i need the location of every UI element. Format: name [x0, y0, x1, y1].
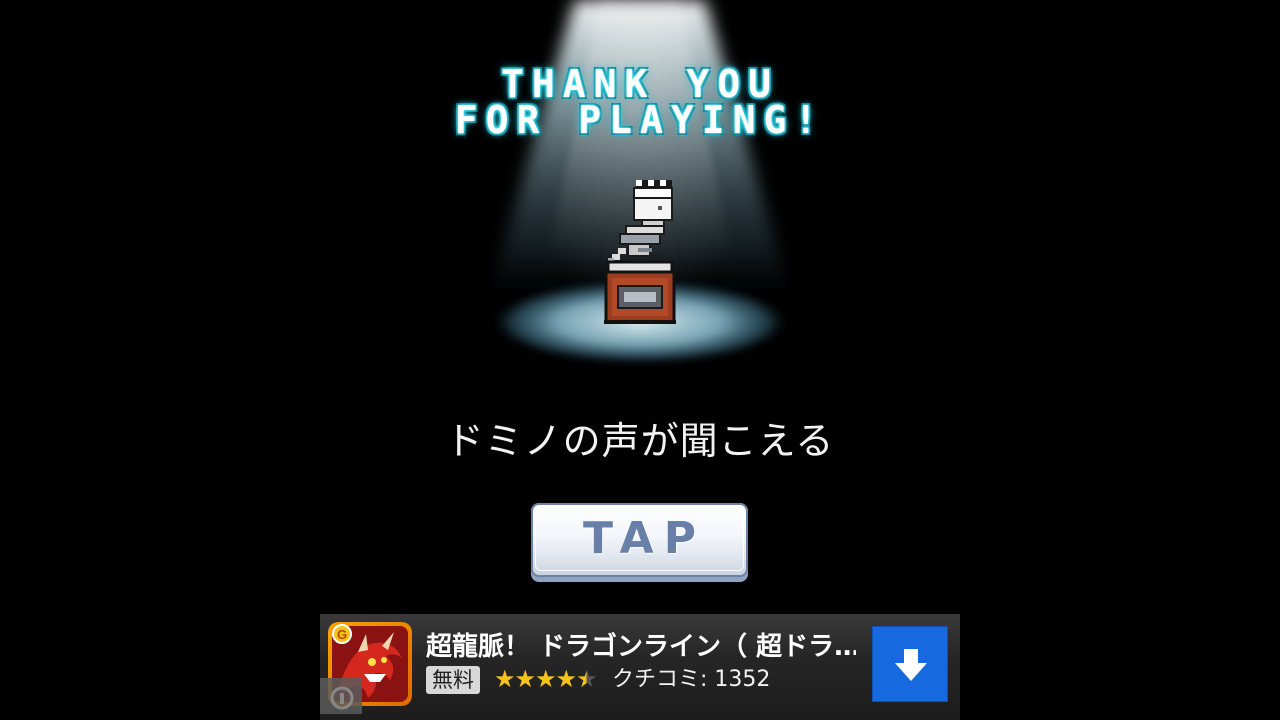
- review-count: クチコミ: 1352: [612, 667, 771, 692]
- star-icon: ★: [494, 665, 515, 693]
- ad-title: 超龍脈！ ドラゴンライン（ 超ドラ…: [426, 632, 856, 662]
- title-for-playing: FOR PLAYING!: [454, 98, 826, 142]
- ad-info-icon[interactable]: [320, 678, 362, 714]
- tap-button[interactable]: TAP: [531, 503, 748, 577]
- star-icon: ★: [535, 665, 556, 693]
- ad-banner[interactable]: G 超龍脈！ ドラゴンライン（ 超ドラ… 無料 ★★★★★ クチコミ: 1352: [320, 614, 960, 720]
- download-button[interactable]: [872, 626, 948, 702]
- half-star-icon: ★: [576, 665, 597, 693]
- download-arrow-icon: [895, 649, 927, 681]
- game-screen[interactable]: THANK YOU FOR PLAYING! ドミノの声が聞こえる TAP G …: [0, 0, 1280, 720]
- pixel-trophy-icon: [604, 180, 676, 324]
- star-icon: ★: [514, 665, 536, 693]
- star-icon: ★: [555, 665, 577, 693]
- price-badge: 無料: [426, 666, 480, 694]
- svg-text:G: G: [337, 627, 347, 642]
- rating-stars: ★★★★★: [494, 664, 598, 694]
- tap-button-label: TAP: [583, 513, 706, 564]
- subtitle-message: ドミノの声が聞こえる: [445, 419, 835, 463]
